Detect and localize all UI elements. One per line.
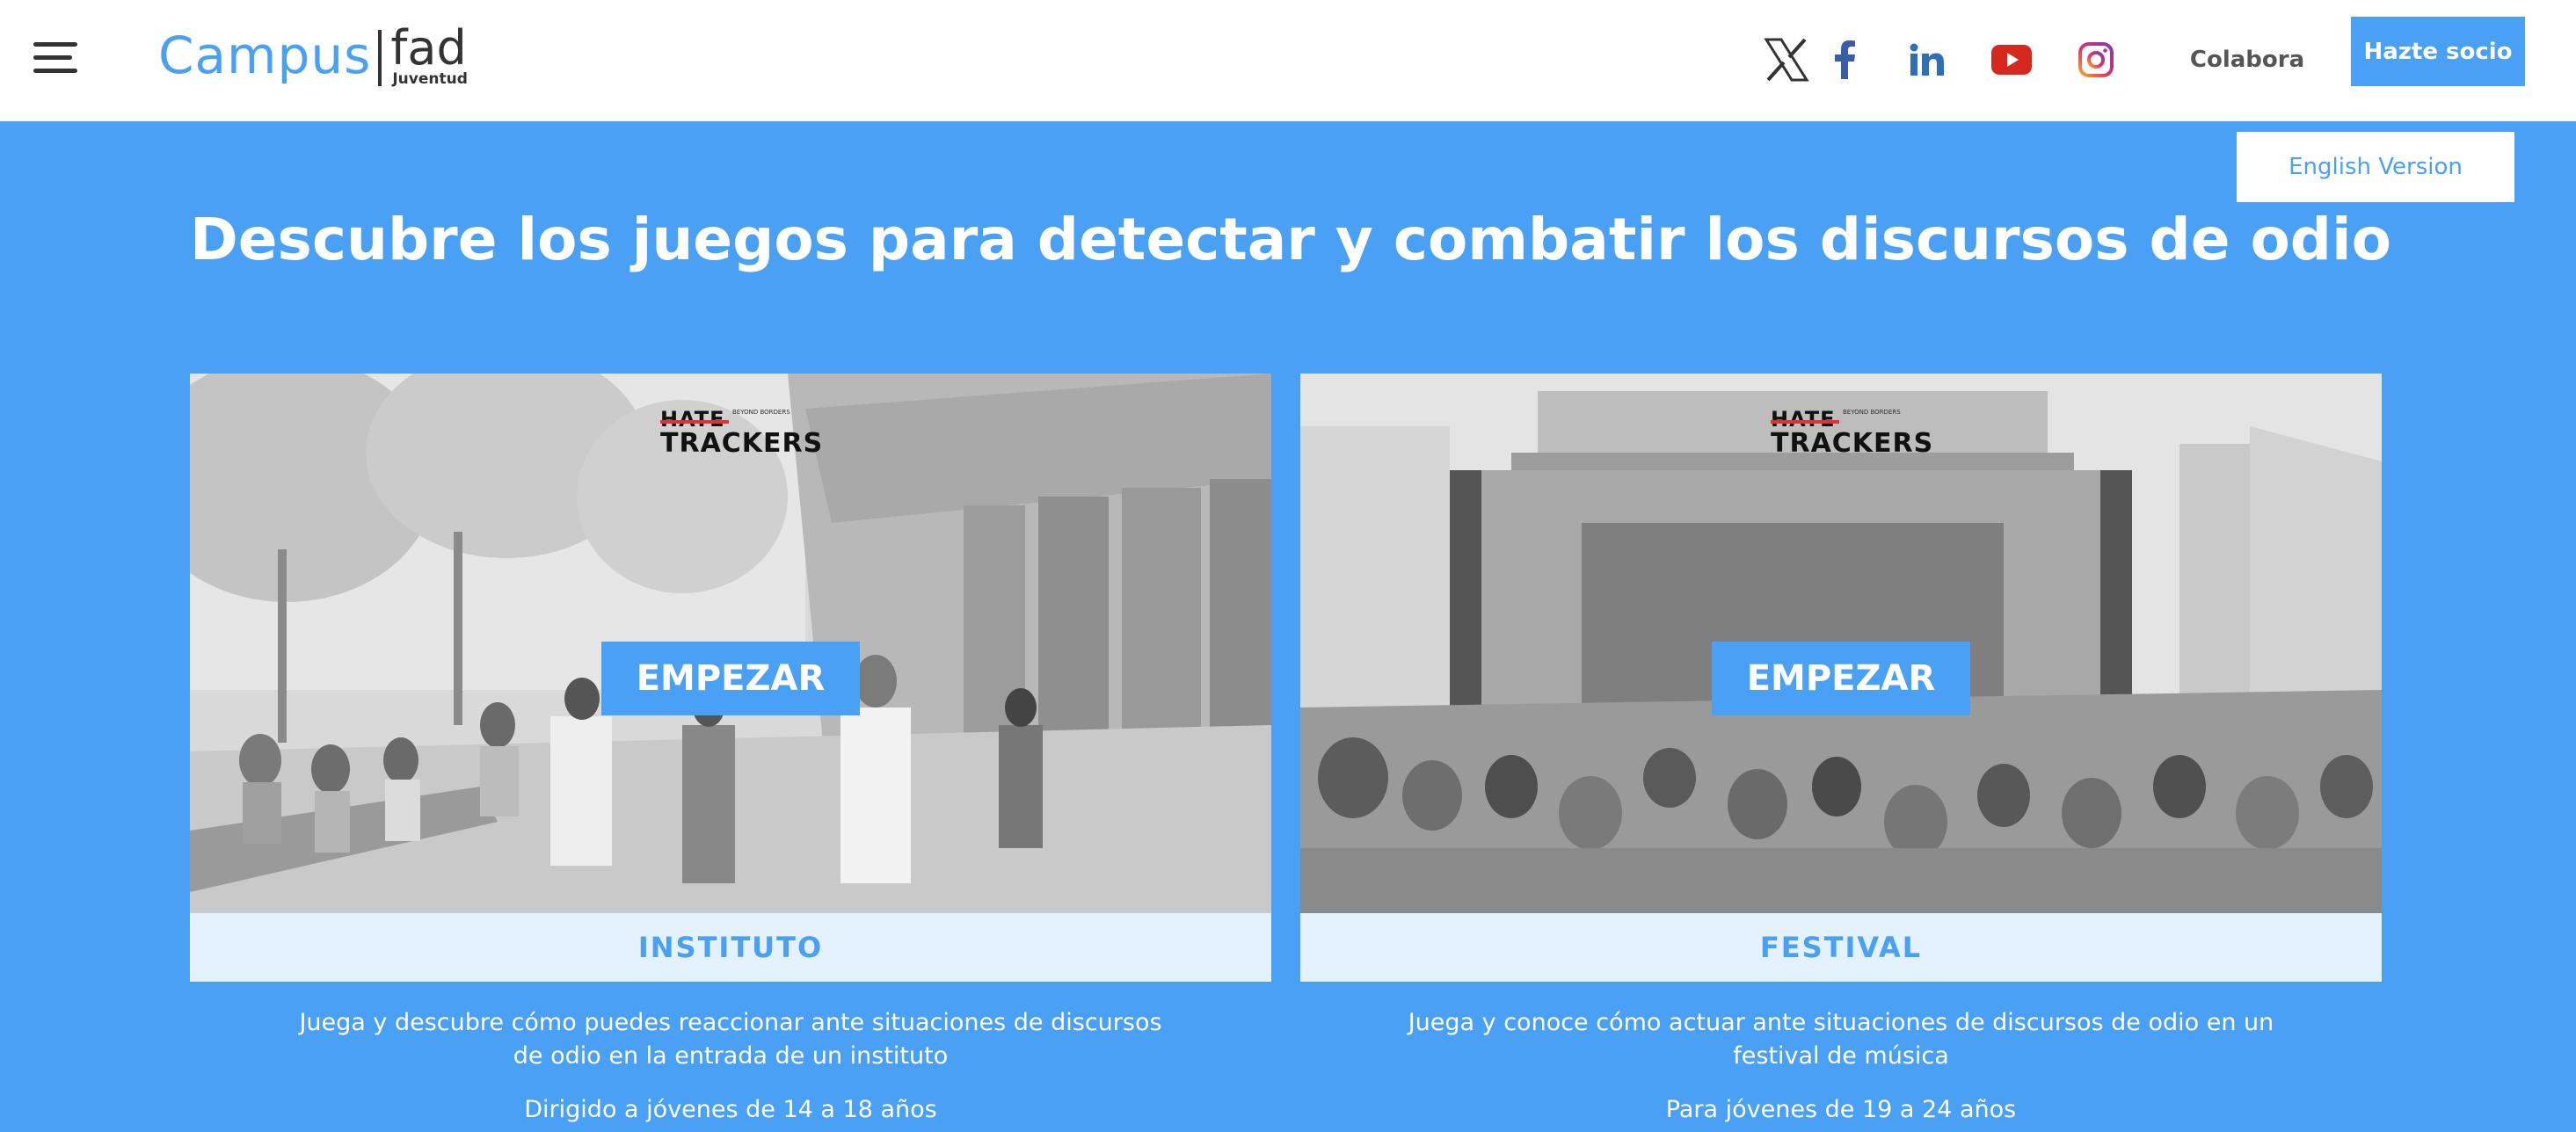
empezar-button[interactable]: EMPEZAR <box>601 642 860 715</box>
menu-line <box>33 55 72 60</box>
menu-line <box>33 42 77 47</box>
card-label-instituto[interactable]: INSTITUTO <box>190 913 1271 982</box>
menu-line <box>33 69 77 73</box>
logo-juventud-text: Juventud <box>392 70 468 88</box>
x-icon[interactable] <box>1762 35 1811 84</box>
festival-image[interactable]: HATE BEYOND BORDERS TRACKERS EMPEZAR <box>1300 374 2382 913</box>
card-audience: Para jóvenes de 19 a 24 años <box>1665 1096 2017 1123</box>
logo-trackers-text: TRACKERS <box>1771 428 1934 459</box>
logo-trackers-text: TRACKERS <box>660 428 824 459</box>
facebook-icon[interactable] <box>1823 35 1866 84</box>
menu-icon[interactable] <box>33 42 77 74</box>
logo-strike-line <box>660 420 729 424</box>
card-label-festival[interactable]: FESTIVAL <box>1300 913 2382 982</box>
instituto-image[interactable]: HATE BEYOND BORDERS TRACKERS EMPEZAR <box>190 374 1271 913</box>
card-audience: Dirigido a jóvenes de 14 a 18 años <box>524 1096 937 1123</box>
logo-separator <box>378 30 382 86</box>
card-description: Juega y conoce cómo actuar ante situacio… <box>1408 1009 2274 1070</box>
hate-trackers-logo: HATE BEYOND BORDERS TRACKERS <box>660 407 822 468</box>
game-card-instituto: HATE BEYOND BORDERS TRACKERS EMPEZAR INS… <box>190 374 1271 1126</box>
logo-fad-text: fad <box>390 20 467 76</box>
page-title: Descubre los juegos para detectar y comb… <box>190 206 2392 273</box>
logo-campus-text: Campus <box>158 25 372 85</box>
campus-fad-logo[interactable]: Campus fad Juventud <box>158 20 468 90</box>
hate-trackers-logo: HATE BEYOND BORDERS TRACKERS <box>1771 407 1932 468</box>
linkedin-icon[interactable] <box>1904 35 1950 84</box>
instagram-icon[interactable] <box>2075 35 2117 84</box>
english-version-button[interactable]: English Version <box>2237 132 2514 202</box>
hazte-socio-button[interactable]: Hazte socio <box>2351 17 2525 86</box>
colabora-link[interactable]: Colabora <box>2172 33 2323 86</box>
logo-strike-line <box>1771 420 1839 424</box>
logo-fad-block: fad Juventud <box>390 20 468 89</box>
logo-tagline: BEYOND BORDERS <box>1843 409 1901 416</box>
card-description: Juega y descubre cómo puedes reaccionar … <box>299 1009 1162 1070</box>
game-card-festival: HATE BEYOND BORDERS TRACKERS EMPEZAR FES… <box>1300 374 2382 1126</box>
site-header: Campus fad Juventud Colabora Hazte socio <box>0 0 2576 121</box>
empezar-button[interactable]: EMPEZAR <box>1712 642 1970 715</box>
logo-tagline: BEYOND BORDERS <box>732 409 790 416</box>
youtube-icon[interactable] <box>1989 35 2034 84</box>
